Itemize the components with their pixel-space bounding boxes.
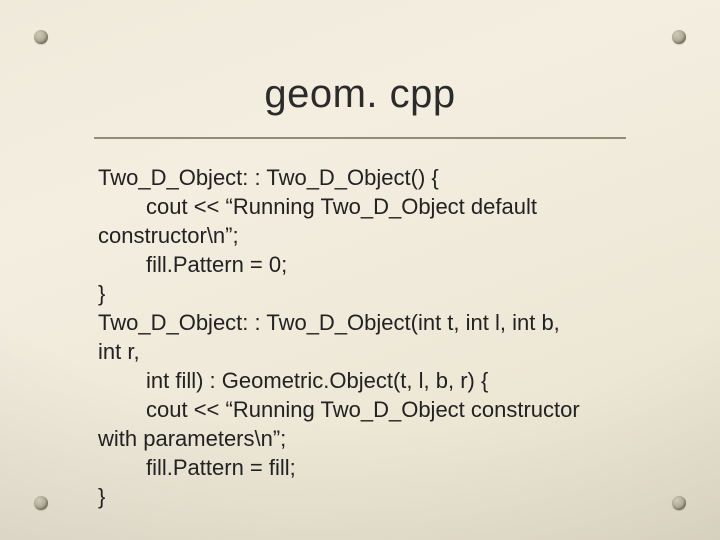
corner-rivet-icon (34, 496, 48, 510)
corner-rivet-icon (672, 496, 686, 510)
slide: geom. cpp Two_D_Object: : Two_D_Object()… (0, 0, 720, 540)
code-line: } (98, 281, 105, 306)
code-line: fill.Pattern = fill; (98, 453, 622, 482)
code-line: } (98, 484, 105, 509)
slide-title: geom. cpp (54, 72, 666, 117)
title-divider (94, 137, 626, 139)
code-line: int fill) : Geometric.Object(t, l, b, r)… (98, 366, 622, 395)
code-line: Two_D_Object: : Two_D_Object(int t, int … (98, 310, 560, 335)
code-line: with parameters\n”; (98, 426, 286, 451)
code-line: int r, (98, 339, 140, 364)
code-listing: Two_D_Object: : Two_D_Object() { cout <<… (98, 163, 622, 511)
code-line: Two_D_Object: : Two_D_Object() { (98, 165, 439, 190)
code-line: fill.Pattern = 0; (98, 250, 622, 279)
corner-rivet-icon (672, 30, 686, 44)
corner-rivet-icon (34, 30, 48, 44)
code-line: cout << “Running Two_D_Object default (98, 192, 622, 221)
code-line: cout << “Running Two_D_Object constructo… (98, 395, 622, 424)
code-line: constructor\n”; (98, 223, 239, 248)
